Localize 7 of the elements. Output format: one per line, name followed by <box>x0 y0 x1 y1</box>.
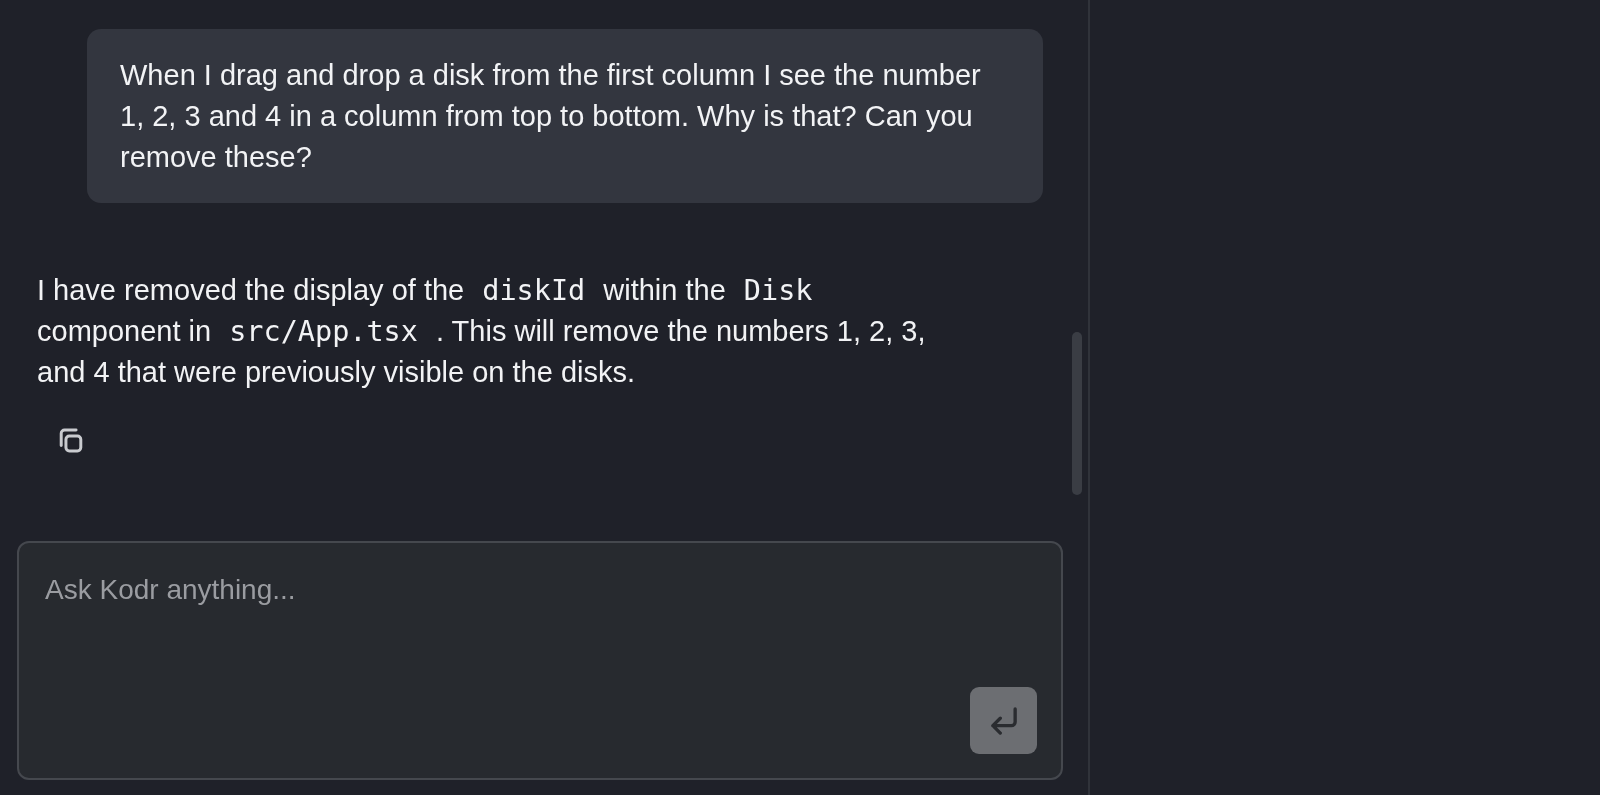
copy-icon <box>59 428 83 453</box>
scrollbar-thumb[interactable] <box>1072 332 1082 495</box>
copy-button[interactable] <box>57 426 85 455</box>
message-input-field[interactable]: Ask Kodr anything... <box>17 541 1063 780</box>
user-message: When I drag and drop a disk from the first column I see the number 1, 2, 3 and 4 in a column from top to bottom. Why is that? Can you remove these? <box>87 29 1043 203</box>
assistant-message: I have removed the display of the diskId within the Disk component in src/App.tsx . This will remove the numbers 1, 2, 3, and 4 that were previously visible on the disks. <box>37 273 927 390</box>
enter-icon <box>990 706 1017 735</box>
